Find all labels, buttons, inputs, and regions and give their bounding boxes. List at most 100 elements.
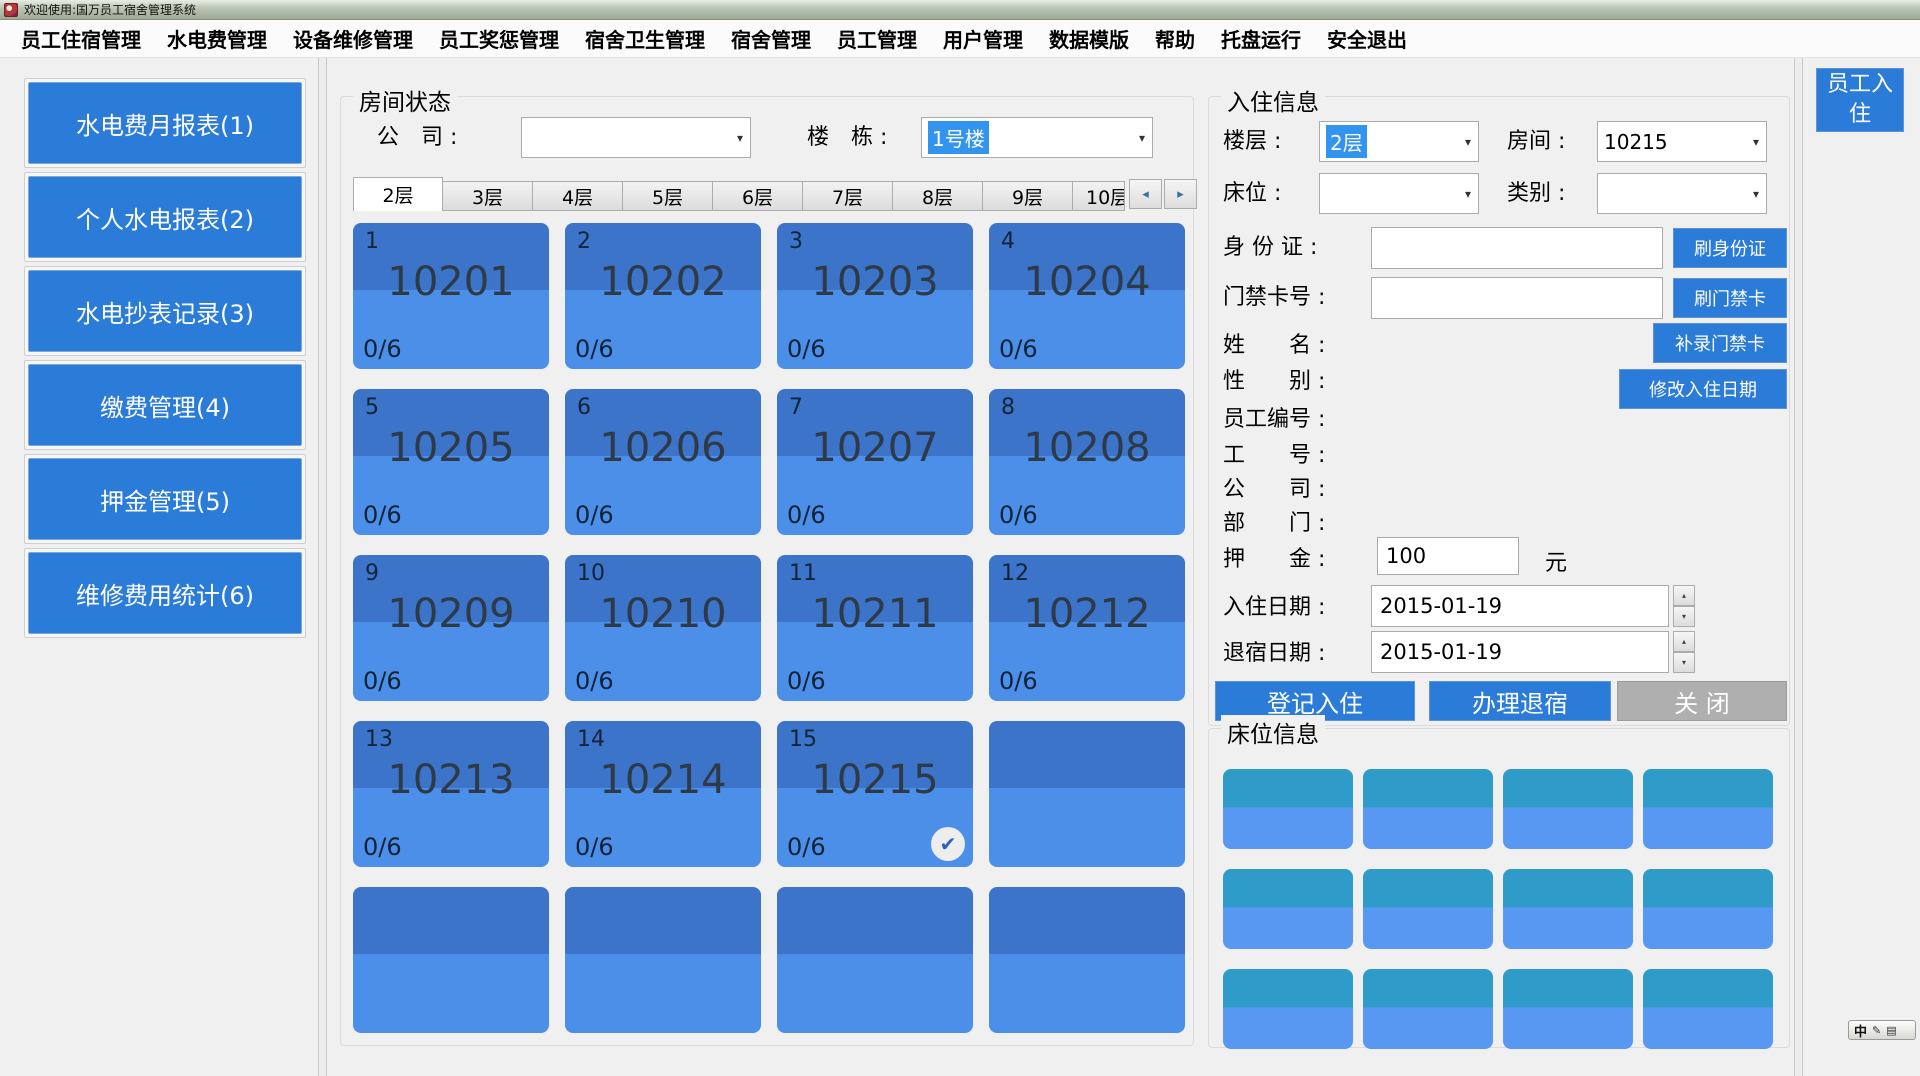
floor-tab-8层[interactable]: 8层 [893,181,983,211]
room-card-10214[interactable]: 14102140/6 [565,721,761,867]
ime-pen-icon[interactable]: ✎ [1872,1024,1881,1037]
selected-check-icon: ✔ [931,827,965,861]
left-splitter[interactable] [318,58,327,1076]
floor-tab-5层[interactable]: 5层 [623,181,713,211]
room-card-empty[interactable] [989,887,1185,1033]
sidebar-button-6[interactable]: 维修费用统计(6) [28,552,302,634]
room-index: 12 [1001,561,1029,586]
bed-card-10[interactable] [1363,969,1493,1049]
floor-combobox[interactable]: 2层 ▾ [1319,121,1479,162]
process-checkout-button[interactable]: 办理退宿 [1429,681,1611,721]
room-card-empty[interactable] [989,721,1185,867]
close-button[interactable]: 关 闭 [1617,681,1787,721]
room-card-10204[interactable]: 4102040/6 [989,223,1185,369]
room-card-10212[interactable]: 12102120/6 [989,555,1185,701]
chevron-down-icon: ▾ [1753,135,1759,149]
room-card-10205[interactable]: 5102050/6 [353,389,549,535]
bed-card-4[interactable] [1643,769,1773,849]
floor-tab-2层[interactable]: 2层 [353,177,443,211]
checkin-date-input[interactable] [1371,585,1669,627]
bed-card-6[interactable] [1363,869,1493,949]
bed-combobox[interactable]: ▾ [1319,173,1479,214]
tab-scroll-left-button[interactable]: ◂ [1129,179,1162,209]
room-index: 5 [365,395,379,420]
room-card-empty[interactable] [777,887,973,1033]
bed-card-2[interactable] [1363,769,1493,849]
id-card-input[interactable] [1371,227,1663,269]
employee-checkin-button[interactable]: 员工入住 [1816,68,1904,132]
spin-up-icon[interactable]: ▴ [1673,585,1695,606]
sidebar-button-5[interactable]: 押金管理(5) [28,458,302,540]
category-combobox[interactable]: ▾ [1597,173,1767,214]
room-occupancy: 0/6 [575,335,614,363]
room-number: 10212 [989,591,1185,637]
bed-card-8[interactable] [1643,869,1773,949]
ime-language-bar[interactable]: 中 ✎ ▤ [1848,1020,1916,1040]
sidebar-button-3[interactable]: 水电抄表记录(3) [28,270,302,352]
spin-down-icon[interactable]: ▾ [1673,606,1695,627]
modify-checkin-date-button[interactable]: 修改入住日期 [1619,369,1787,409]
checkin-info-title: 入住信息 [1221,83,1325,117]
room-card-10211[interactable]: 11102110/6 [777,555,973,701]
bed-info-panel: 床位信息 [1208,728,1790,1048]
room-combobox[interactable]: 10215 ▾ [1597,121,1767,162]
checkout-date-input[interactable] [1371,631,1669,673]
menu-item-12[interactable]: 安全退出 [1314,24,1420,53]
menu-item-8[interactable]: 用户管理 [930,24,1036,53]
sidebar-button-1[interactable]: 水电费月报表(1) [28,82,302,164]
deposit-input[interactable] [1377,537,1519,575]
menu-item-3[interactable]: 设备维修管理 [280,24,426,53]
late-door-card-button[interactable]: 补录门禁卡 [1653,323,1787,363]
menu-item-9[interactable]: 数据模版 [1036,24,1142,53]
room-card-empty[interactable] [353,887,549,1033]
room-card-10203[interactable]: 3102030/6 [777,223,973,369]
right-splitter[interactable] [1794,58,1803,1076]
floor-tab-6层[interactable]: 6层 [713,181,803,211]
bed-card-9[interactable] [1223,969,1353,1049]
room-card-10209[interactable]: 9102090/6 [353,555,549,701]
menu-item-11[interactable]: 托盘运行 [1208,24,1314,53]
floor-tab-3层[interactable]: 3层 [443,181,533,211]
scan-door-card-button[interactable]: 刷门禁卡 [1673,278,1787,318]
scan-id-card-button[interactable]: 刷身份证 [1673,228,1787,268]
floor-tab-7层[interactable]: 7层 [803,181,893,211]
room-card-10213[interactable]: 13102130/6 [353,721,549,867]
room-card-10210[interactable]: 10102100/6 [565,555,761,701]
bed-card-11[interactable] [1503,969,1633,1049]
spin-down-icon[interactable]: ▾ [1673,652,1695,673]
ime-keyboard-icon[interactable]: ▤ [1886,1024,1896,1037]
floor-tab-10层[interactable]: 10层 [1073,181,1125,211]
menu-item-5[interactable]: 宿舍卫生管理 [572,24,718,53]
menu-item-2[interactable]: 水电费管理 [154,24,280,53]
bed-card-12[interactable] [1643,969,1773,1049]
sidebar-button-2[interactable]: 个人水电报表(2) [28,176,302,258]
menu-item-4[interactable]: 员工奖惩管理 [426,24,572,53]
bed-card-7[interactable] [1503,869,1633,949]
door-card-input[interactable] [1371,277,1663,319]
bed-card-5[interactable] [1223,869,1353,949]
room-card-10202[interactable]: 2102020/6 [565,223,761,369]
building-combobox[interactable]: 1号楼 ▾ [921,117,1153,158]
room-card-empty[interactable] [565,887,761,1033]
menu-item-1[interactable]: 员工住宿管理 [8,24,154,53]
bed-card-3[interactable] [1503,769,1633,849]
menu-item-7[interactable]: 员工管理 [824,24,930,53]
room-card-10207[interactable]: 7102070/6 [777,389,973,535]
room-number: 10208 [989,425,1185,471]
room-card-10208[interactable]: 8102080/6 [989,389,1185,535]
room-card-10206[interactable]: 6102060/6 [565,389,761,535]
menu-item-10[interactable]: 帮助 [1142,24,1208,53]
tab-scroll-right-button[interactable]: ▸ [1164,179,1197,209]
room-card-10215[interactable]: 15102150/6✔ [777,721,973,867]
floor-tab-9层[interactable]: 9层 [983,181,1073,211]
sidebar-button-frame: 水电抄表记录(3) [24,266,306,356]
sidebar-button-4[interactable]: 缴费管理(4) [28,364,302,446]
company-combobox[interactable]: ▾ [521,117,751,158]
spin-up-icon[interactable]: ▴ [1673,631,1695,652]
room-card-10201[interactable]: 1102010/6 [353,223,549,369]
ime-lang-indicator[interactable]: 中 [1854,1021,1867,1040]
floor-tab-4层[interactable]: 4层 [533,181,623,211]
room-index: 9 [365,561,379,586]
bed-card-1[interactable] [1223,769,1353,849]
menu-item-6[interactable]: 宿舍管理 [718,24,824,53]
